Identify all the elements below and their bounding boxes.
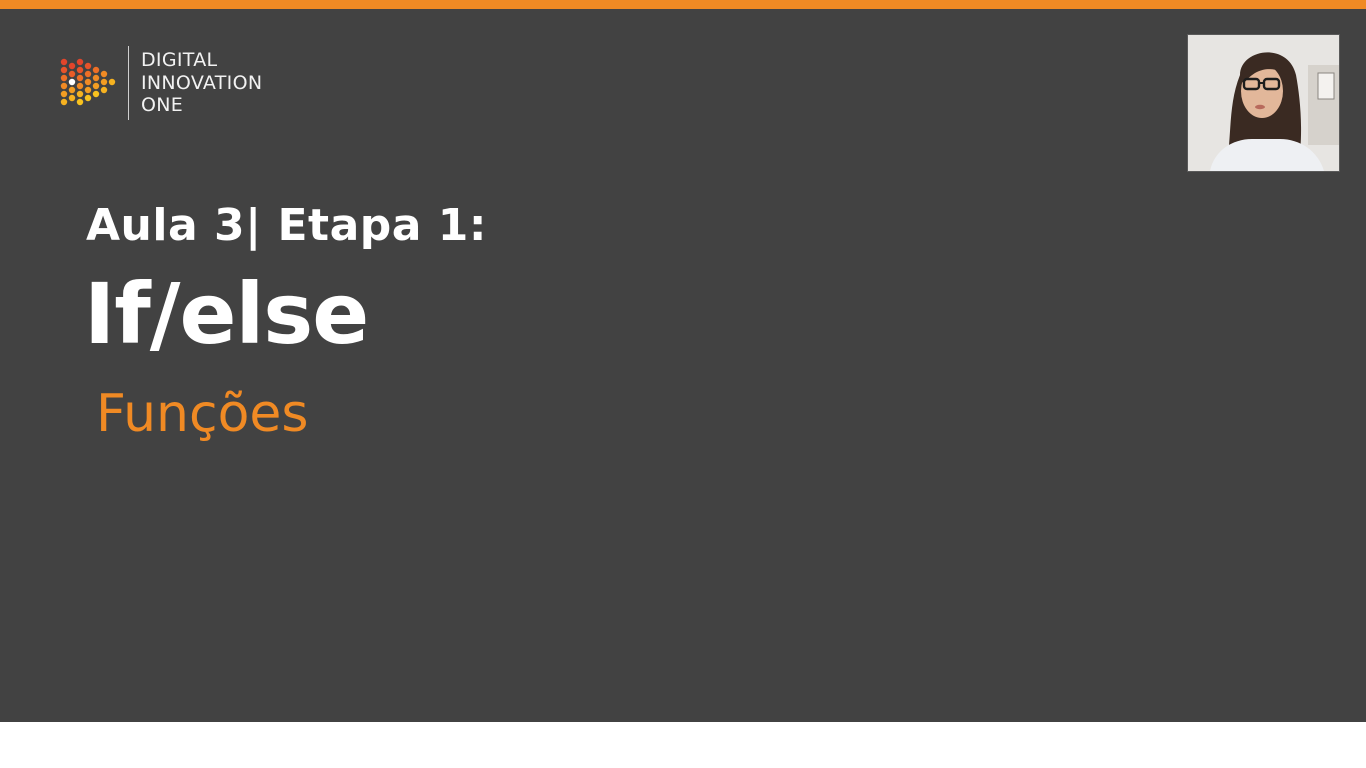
brand-line-2: INNOVATION	[141, 71, 263, 94]
brand-wordmark: DIGITAL INNOVATION ONE	[141, 49, 262, 117]
brand-logo: DIGITAL INNOVATION ONE	[58, 46, 262, 120]
accent-top-bar	[0, 0, 1366, 9]
presenter-webcam	[1187, 34, 1340, 172]
lesson-heading: Aula 3| Etapa 1:	[86, 200, 487, 251]
presenter-video-icon	[1188, 35, 1339, 171]
brand-line-1: DIGITAL	[141, 49, 218, 72]
lesson-subtitle: Funções	[96, 384, 309, 444]
logo-divider	[128, 46, 129, 120]
play-dots-logo-icon	[60, 58, 116, 106]
slide-stage: DIGITAL INNOVATION ONE Aula 3| Etapa 1: …	[0, 0, 1366, 722]
lesson-title: If/else	[84, 265, 369, 363]
bottom-white-area	[0, 722, 1366, 768]
brand-line-3: ONE	[141, 94, 184, 117]
